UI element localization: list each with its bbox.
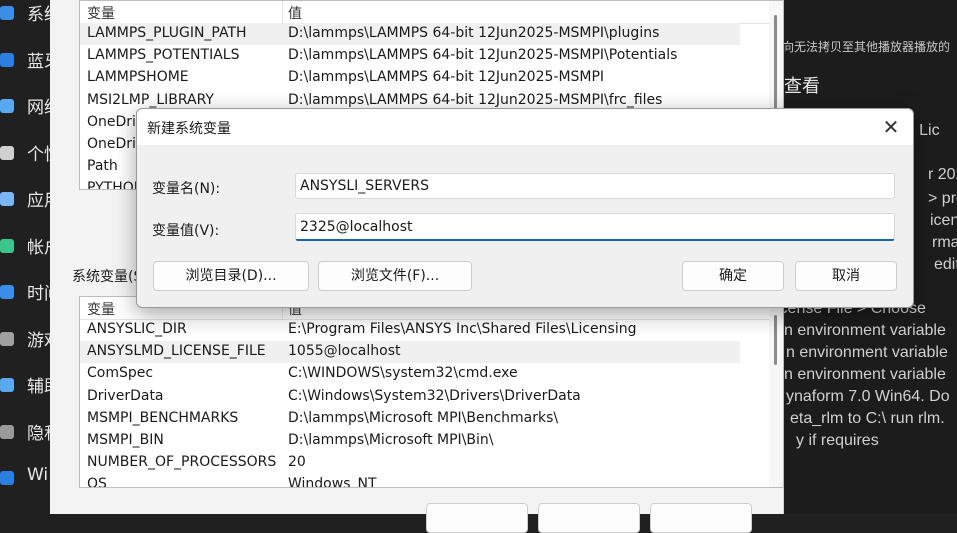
new-system-var-button[interactable] — [426, 503, 528, 533]
edit-system-var-button[interactable] — [538, 503, 640, 533]
close-icon[interactable]: ✕ — [877, 113, 905, 141]
new-system-variable-dialog: 新建系统变量 ✕ 变量名(N): 变量值(V): 浏览目录(D)... 浏览文件… — [136, 108, 914, 308]
column-header-variable[interactable]: 变量 — [87, 3, 115, 23]
bluetooth-icon — [0, 52, 14, 67]
network-icon — [0, 99, 14, 113]
table-row[interactable]: LAMMPSHOME D:\lammps\LAMMPS 64-bit 12Jun2… — [80, 67, 740, 89]
article-line: n environment variable — [784, 366, 946, 383]
variable-name-cell: NUMBER_OF_PROCESSORS — [87, 454, 277, 471]
column-header-value[interactable]: 值 — [288, 3, 302, 23]
variable-value-cell: D:\lammps\LAMMPS 64-bit 12Jun2025-MSMPI\… — [288, 91, 663, 108]
article-line: ynaform 7.0 Win64. Do — [786, 388, 950, 405]
article-line: n environment variable — [786, 344, 948, 361]
variable-name-cell: ANSYSLMD_LICENSE_FILE — [87, 343, 266, 360]
variable-value-cell: Windows_NT — [288, 476, 377, 488]
display-icon — [0, 6, 14, 20]
scroll-thumb[interactable] — [774, 315, 777, 365]
article-line: r 2023 — [928, 166, 957, 183]
table-row[interactable]: DriverData C:\Windows\System32\Drivers\Dr… — [80, 386, 740, 408]
variable-value-cell: C:\WINDOWS\system32\cmd.exe — [288, 365, 518, 382]
table-row[interactable]: ANSYSLIC_DIR E:\Program Files\ANSYS Inc\S… — [80, 319, 740, 341]
ok-button[interactable]: 确定 — [682, 261, 784, 291]
article-line: editor — [934, 256, 957, 273]
table-row[interactable]: MSMPI_BENCHMARKS D:\lammps\Microsoft MPI\… — [80, 408, 740, 430]
variable-name-cell: DriverData — [87, 387, 164, 404]
browse-file-button[interactable]: 浏览文件(F)... — [318, 261, 472, 291]
article-line: y if requires — [796, 432, 879, 449]
delete-system-var-button[interactable] — [650, 503, 752, 533]
windows-update-icon — [0, 471, 14, 485]
accessibility-icon — [0, 378, 14, 392]
variable-name-input[interactable] — [295, 173, 895, 199]
system-list-scrollbar[interactable] — [769, 297, 783, 487]
variable-name-cell: MSMPI_BIN — [87, 432, 164, 448]
variable-name-label: 变量名(N): — [152, 181, 221, 197]
article-line: n environment variable — [784, 322, 946, 339]
variable-name-cell: LAMMPS_POTENTIALS — [87, 47, 240, 64]
variable-value-cell: D:\lammps\Microsoft MPI\Benchmarks\ — [288, 409, 559, 426]
article-line: rmatio — [932, 234, 957, 251]
table-row[interactable]: MSMPI_BIN D:\lammps\Microsoft MPI\Bin\ — [80, 430, 740, 452]
variable-value-cell: D:\lammps\LAMMPS 64-bit 12Jun2025-MSMPI — [288, 69, 605, 86]
article-line: > pro — [928, 190, 957, 207]
variable-name-cell: ANSYSLIC_DIR — [87, 321, 187, 337]
variable-name-cell: LAMMPSHOME — [87, 69, 189, 86]
variable-value-input[interactable] — [295, 213, 895, 241]
list-header: 变量 值 — [80, 1, 783, 24]
variable-name-cell: Path — [87, 158, 118, 175]
system-variables-list[interactable]: 变量 值 ANSYSLIC_DIR E:\Program Files\ANSYS … — [79, 296, 784, 488]
game-icon — [0, 331, 14, 346]
sidebar-item-label: Wi — [27, 465, 49, 485]
table-row[interactable]: NUMBER_OF_PROCESSORS 20 — [80, 452, 740, 474]
account-icon — [0, 238, 14, 253]
variable-value-cell: 1055@localhost — [288, 343, 401, 360]
dialog-titlebar[interactable]: 新建系统变量 ✕ — [137, 109, 913, 145]
shield-icon — [0, 424, 14, 439]
browse-directory-button[interactable]: 浏览目录(D)... — [153, 261, 309, 291]
variable-value-cell: 20 — [288, 454, 306, 471]
article-note: 向无法拷贝至其他播放器播放的 — [782, 40, 951, 54]
variable-name-cell: MSMPI_BENCHMARKS — [87, 409, 239, 426]
table-row[interactable]: LAMMPS_PLUGIN_PATH D:\lammps\LAMMPS 64-bi… — [80, 23, 740, 45]
variable-value-cell: D:\lammps\LAMMPS 64-bit 12Jun2025-MSMPI\… — [288, 25, 660, 41]
variable-name-cell: MSI2LMP_LIBRARY — [87, 91, 214, 108]
column-header-variable[interactable]: 变量 — [87, 299, 115, 319]
article-line: icense — [930, 212, 957, 229]
table-row[interactable]: OS Windows_NT — [80, 474, 740, 488]
article-heading: 查看 — [784, 76, 820, 97]
table-row[interactable]: LAMMPS_POTENTIALS D:\lammps\LAMMPS 64-bit… — [80, 45, 740, 67]
cancel-button[interactable]: 取消 — [795, 261, 897, 291]
apps-icon — [0, 192, 14, 206]
brush-icon — [0, 145, 14, 160]
variable-name-cell: OS — [87, 476, 107, 488]
dialog-title: 新建系统变量 — [147, 121, 231, 137]
article-line: eta_rlm to C:\ run rlm. — [790, 410, 945, 427]
variable-name-cell: LAMMPS_PLUGIN_PATH — [87, 25, 247, 41]
globe-clock-icon — [0, 285, 14, 299]
variable-value-label: 变量值(V): — [152, 223, 220, 239]
variable-name-cell: ComSpec — [87, 365, 154, 382]
variable-value-cell: D:\lammps\LAMMPS 64-bit 12Jun2025-MSMPI\… — [288, 47, 678, 64]
variable-value-cell: C:\Windows\System32\Drivers\DriverData — [288, 387, 581, 404]
table-row[interactable]: ANSYSLMD_LICENSE_FILE 1055@localhost — [80, 341, 740, 364]
column-divider[interactable] — [282, 1, 283, 23]
table-row[interactable]: ComSpec C:\WINDOWS\system32\cmd.exe — [80, 363, 740, 385]
variable-value-cell: E:\Program Files\ANSYS Inc\Shared Files\… — [288, 321, 637, 337]
variable-value-cell: D:\lammps\Microsoft MPI\Bin\ — [288, 432, 494, 448]
